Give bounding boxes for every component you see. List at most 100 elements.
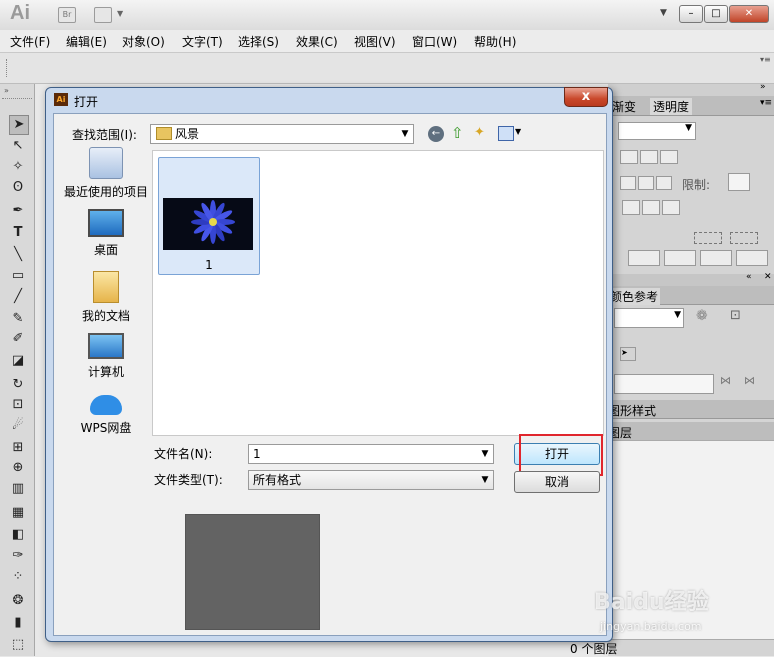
paintbrush-tool-icon[interactable]: ╱: [9, 288, 27, 306]
dash-pattern-2-icon[interactable]: [730, 232, 758, 244]
eraser-tool-icon[interactable]: ◪: [9, 352, 27, 370]
up-folder-icon[interactable]: ⇧: [451, 124, 464, 142]
menu-view[interactable]: 视图(V): [354, 33, 396, 50]
selection-tool-icon[interactable]: ➤: [9, 115, 29, 135]
column-graph-tool-icon[interactable]: ▮: [9, 614, 27, 632]
menu-file[interactable]: 文件(F): [10, 33, 50, 50]
tab-transparency[interactable]: 透明度: [650, 98, 693, 115]
save-color-group-icon[interactable]: ⊡: [730, 308, 741, 323]
symbol-sprayer-tool-icon[interactable]: ❂: [9, 592, 27, 610]
place-wps-cloud[interactable]: WPS网盘: [62, 395, 150, 436]
collapse-icon[interactable]: »: [4, 86, 9, 95]
dash-field-4[interactable]: [736, 250, 768, 266]
place-documents[interactable]: 我的文档: [62, 271, 150, 324]
cap-square-icon[interactable]: [656, 176, 672, 190]
place-computer[interactable]: 计算机: [62, 333, 150, 380]
dash-pattern-1-icon[interactable]: [694, 232, 722, 244]
cap-round-icon[interactable]: [638, 176, 654, 190]
grip-handle[interactable]: [6, 59, 9, 77]
graph-tool-icon[interactable]: ▥: [9, 480, 27, 498]
menu-type[interactable]: 文字(T): [182, 33, 223, 50]
back-icon[interactable]: ←: [428, 126, 444, 142]
filetype-value: 所有格式: [253, 473, 302, 487]
menu-effect[interactable]: 效果(C): [296, 33, 338, 50]
pencil-tool-icon[interactable]: ✎: [9, 310, 27, 328]
panel-menu-icon[interactable]: ▾≡: [760, 98, 772, 108]
step-icon[interactable]: ⋈: [744, 374, 755, 387]
view-dropdown-icon[interactable]: ▼: [515, 127, 521, 136]
dash-field-2[interactable]: [664, 250, 696, 266]
new-folder-icon[interactable]: ✦: [474, 125, 485, 140]
panel-close-icon[interactable]: ✕: [764, 272, 772, 282]
limit-input[interactable]: [728, 173, 750, 191]
direct-selection-tool-icon[interactable]: ↖: [9, 137, 27, 155]
file-list[interactable]: 1: [152, 150, 604, 436]
reflect-icon[interactable]: ⋈: [720, 374, 731, 387]
place-desktop[interactable]: 桌面: [62, 209, 150, 258]
shape-builder-tool-icon[interactable]: ⊕: [9, 459, 27, 477]
filename-label: 文件名(N):: [154, 447, 213, 461]
join-bevel-icon[interactable]: [662, 200, 680, 215]
tab-graphic-styles[interactable]: 图形样式: [608, 402, 656, 419]
dash-field-3[interactable]: [700, 250, 732, 266]
tab-color-guide[interactable]: 颜色参考: [608, 288, 661, 305]
chevron-down-icon[interactable]: ▼: [399, 126, 411, 142]
cancel-button[interactable]: 取消: [514, 471, 600, 493]
menu-window[interactable]: 窗口(W): [412, 33, 457, 50]
magic-wand-tool-icon[interactable]: ✧: [9, 158, 27, 176]
panel-collapse-icon[interactable]: «: [746, 272, 752, 282]
align-right-icon[interactable]: [660, 150, 678, 164]
menu-help[interactable]: 帮助(H): [474, 33, 516, 50]
join-miter-icon[interactable]: [622, 200, 640, 215]
limit-label: 限制:: [682, 178, 711, 192]
cap-butt-icon[interactable]: [620, 176, 636, 190]
look-in-select[interactable]: 风景 ▼: [150, 124, 414, 144]
tab-gradient[interactable]: 渐变: [612, 98, 636, 115]
filetype-select[interactable]: 所有格式 ▼: [248, 470, 494, 490]
control-menu-icon[interactable]: ▾≡: [760, 55, 771, 64]
align-center-icon[interactable]: [640, 150, 658, 164]
type-tool-icon[interactable]: T: [9, 224, 27, 242]
filename-input[interactable]: 1 ▼: [248, 444, 494, 464]
blob-brush-tool-icon[interactable]: ✐: [9, 330, 27, 348]
join-round-icon[interactable]: [642, 200, 660, 215]
line-tool-icon[interactable]: ╲: [9, 246, 27, 264]
place-recent[interactable]: 最近使用的项目: [62, 147, 150, 200]
pen-tool-icon[interactable]: ✒: [9, 202, 27, 220]
lasso-tool-icon[interactable]: ʘ: [9, 179, 27, 197]
workspace-dropdown-icon[interactable]: ▼: [660, 8, 667, 18]
harmony-settings-icon[interactable]: ❁: [696, 308, 708, 324]
collapse-panels-icon[interactable]: »: [760, 82, 766, 92]
rotate-tool-icon[interactable]: ↻: [9, 376, 27, 394]
scale-tool-icon[interactable]: ⊡: [9, 396, 27, 414]
chevron-down-icon[interactable]: ▼: [479, 446, 491, 462]
eyedropper-tool-icon[interactable]: ✑: [9, 547, 27, 565]
guide-arrow-icon[interactable]: ➤: [620, 347, 636, 361]
blend-tool-icon[interactable]: ⁘: [9, 568, 27, 586]
dialog-close-button[interactable]: x: [564, 87, 608, 107]
rectangle-tool-icon[interactable]: ▭: [9, 267, 27, 285]
minimize-button[interactable]: –: [679, 5, 703, 23]
menu-object[interactable]: 对象(O): [122, 33, 165, 50]
blend-mode-select[interactable]: ▼: [618, 122, 696, 140]
artboard-tool-icon[interactable]: ⬚: [9, 636, 27, 654]
warp-tool-icon[interactable]: ☄: [9, 417, 27, 435]
arrange-documents-icon[interactable]: [94, 7, 112, 23]
gradient-tool-icon[interactable]: ◧: [9, 526, 27, 544]
dash-field-1[interactable]: [628, 250, 660, 266]
menu-select[interactable]: 选择(S): [238, 33, 279, 50]
free-transform-tool-icon[interactable]: ⊞: [9, 439, 27, 457]
app-close-button[interactable]: ✕: [729, 5, 769, 23]
view-menu-icon[interactable]: [498, 126, 514, 141]
bridge-button[interactable]: Br: [58, 7, 76, 23]
mesh-tool-icon[interactable]: ▦: [9, 504, 27, 522]
chevron-down-icon[interactable]: ▼: [479, 472, 491, 488]
chevron-down-icon[interactable]: ▼: [117, 9, 123, 18]
menu-edit[interactable]: 编辑(E): [66, 33, 107, 50]
align-left-icon[interactable]: [620, 150, 638, 164]
link-field[interactable]: [614, 374, 714, 394]
file-item[interactable]: 1: [158, 157, 260, 275]
maximize-button[interactable]: □: [704, 5, 728, 23]
color-harmony-select[interactable]: ▼: [614, 308, 684, 328]
tools-grip[interactable]: [2, 98, 32, 103]
